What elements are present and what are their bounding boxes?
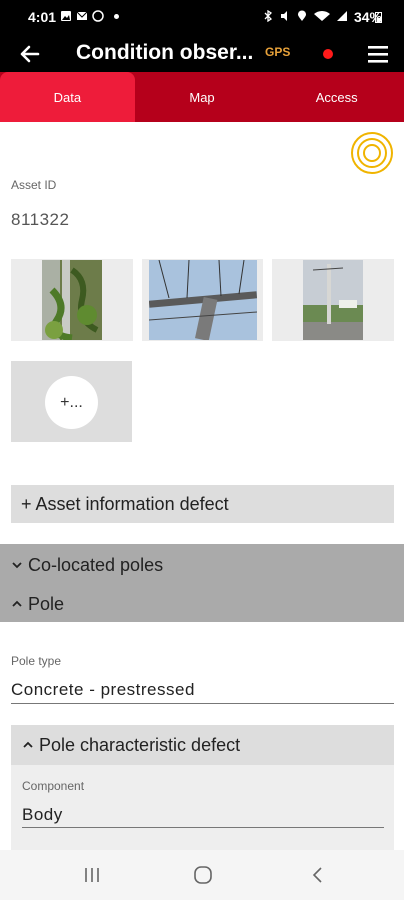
- recent-apps-icon[interactable]: [82, 865, 102, 885]
- signal-icon: [337, 11, 347, 21]
- status-left-icons: [60, 10, 119, 22]
- component-label: Component: [22, 779, 85, 793]
- battery-icon: [375, 12, 382, 23]
- status-time: 4:01: [28, 9, 57, 25]
- mail-icon: [76, 11, 88, 20]
- chevron-up-icon: [12, 600, 22, 607]
- tab-access[interactable]: Access: [269, 72, 404, 122]
- target-icon[interactable]: [350, 131, 394, 175]
- pole-type-value[interactable]: Concrete - prestressed: [11, 680, 195, 700]
- asset-id-value: 811322: [11, 210, 70, 229]
- system-nav-bar: [0, 850, 404, 900]
- back-arrow-icon[interactable]: [16, 40, 44, 68]
- pole-type-label: Pole type: [11, 654, 62, 668]
- wifi-icon: [314, 10, 330, 21]
- pole-type-underline: [11, 703, 394, 704]
- add-asset-information-defect-button[interactable]: + Asset information defect: [11, 485, 394, 523]
- tab-bar: Data Map Access: [0, 72, 404, 122]
- photo-thumbnail-1[interactable]: [11, 259, 133, 341]
- component-underline: [22, 827, 384, 828]
- app-bar: Condition obser... GPS: [0, 36, 404, 72]
- tab-map-label: Map: [189, 89, 215, 105]
- add-photo-button[interactable]: +...: [11, 361, 132, 442]
- chevron-up-icon: [23, 741, 33, 748]
- component-value[interactable]: Body: [22, 805, 63, 825]
- page-title: Condition obser...: [76, 41, 254, 64]
- photo-street-pole-image: [303, 260, 363, 340]
- chevron-down-icon: [12, 562, 22, 569]
- pole-characteristic-header[interactable]: Pole characteristic defect: [11, 725, 394, 765]
- photo-thumbnail-3[interactable]: [272, 259, 394, 341]
- photo-crossarm-image: [149, 260, 257, 340]
- pole-characteristic-label: Pole characteristic defect: [39, 734, 241, 755]
- home-icon[interactable]: [193, 865, 213, 885]
- photo-thumbnail-2[interactable]: [142, 259, 263, 341]
- pole-section-header[interactable]: Pole: [0, 585, 404, 623]
- whatsapp-icon: [92, 10, 104, 22]
- gps-indicator[interactable]: GPS: [265, 45, 290, 59]
- photo-pole-vines-image: [42, 260, 102, 340]
- location-icon: [298, 10, 306, 21]
- co-located-poles-header[interactable]: Co-located poles: [0, 546, 404, 584]
- back-nav-icon[interactable]: [308, 865, 328, 885]
- tab-data[interactable]: Data: [0, 72, 135, 122]
- status-right-icons: [262, 10, 348, 22]
- hamburger-menu-icon[interactable]: [366, 42, 390, 66]
- tab-map[interactable]: Map: [135, 72, 270, 122]
- bluetooth-icon: [264, 10, 273, 22]
- co-located-poles-label: Co-located poles: [28, 554, 164, 575]
- mute-icon: [281, 11, 287, 21]
- dot-icon: [114, 14, 119, 19]
- record-indicator[interactable]: [323, 49, 333, 59]
- status-bar: 4:01 34%: [0, 0, 404, 36]
- tab-access-label: Access: [315, 89, 358, 105]
- add-photo-circle: +...: [45, 376, 98, 429]
- asset-id-label: Asset ID: [11, 178, 57, 192]
- gallery-icon: [61, 11, 71, 21]
- tab-data-label: Data: [53, 89, 82, 105]
- pole-section-label: Pole: [28, 593, 65, 614]
